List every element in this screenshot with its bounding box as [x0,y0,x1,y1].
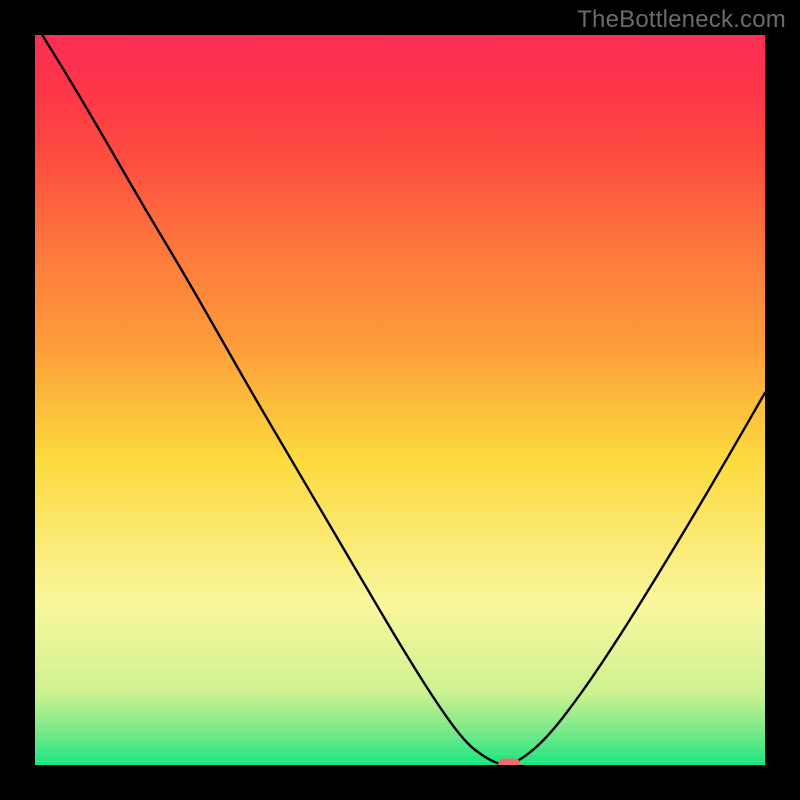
band-line [35,721,765,722]
chart-svg [35,35,765,765]
band-line [35,737,765,738]
band-line [35,729,765,730]
watermark-label: TheBottleneck.com [577,6,786,34]
chart-plot-area [35,35,765,765]
band-line [35,745,765,746]
band-line [35,753,765,754]
optimal-marker [499,759,521,765]
band-line [35,761,765,762]
chart-background [35,35,765,765]
